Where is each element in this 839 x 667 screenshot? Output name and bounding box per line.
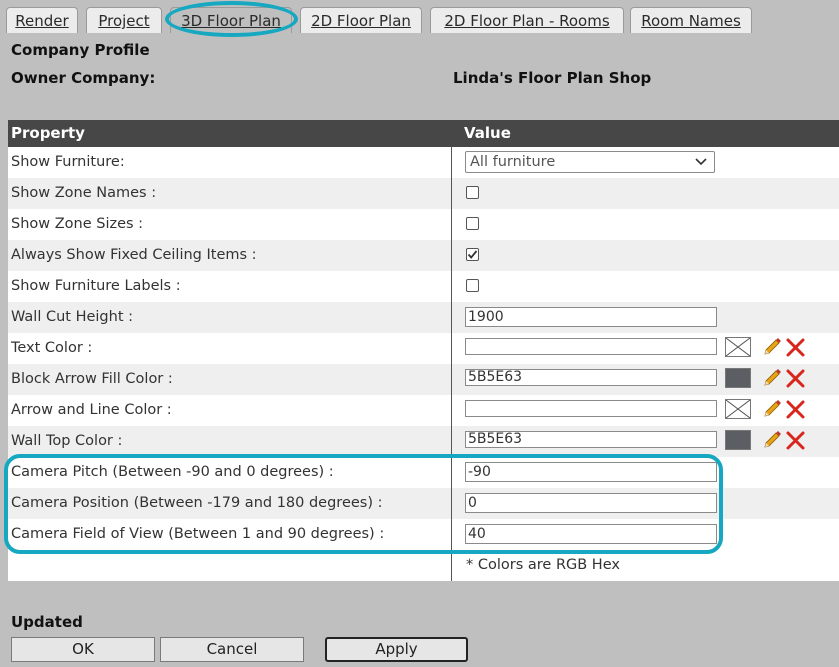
show-zone-sizes-checkbox[interactable] bbox=[466, 217, 479, 230]
checkmark-icon bbox=[467, 250, 478, 259]
prop-label: Block Arrow Fill Color : bbox=[11, 371, 173, 387]
prop-label: Wall Top Color : bbox=[11, 433, 123, 449]
pencil-icon[interactable] bbox=[761, 429, 783, 451]
delete-x-icon[interactable] bbox=[785, 368, 806, 389]
text-color-input[interactable] bbox=[465, 338, 717, 355]
ok-button[interactable]: OK bbox=[11, 637, 155, 662]
pencil-icon[interactable] bbox=[761, 336, 783, 358]
apply-button[interactable]: Apply bbox=[325, 637, 468, 662]
row-footnote: * Colors are RGB Hex bbox=[8, 550, 839, 581]
delete-x-icon[interactable] bbox=[785, 430, 806, 451]
row-block-arrow-fill-color: Block Arrow Fill Color : 5B5E63 bbox=[8, 364, 839, 395]
row-show-furniture: Show Furniture: All furniture bbox=[8, 147, 839, 178]
delete-x-icon[interactable] bbox=[785, 399, 806, 420]
no-color-icon[interactable] bbox=[725, 399, 751, 419]
always-show-ceiling-items-checkbox[interactable] bbox=[466, 248, 479, 261]
wall-top-color-input[interactable]: 5B5E63 bbox=[465, 431, 717, 448]
delete-x-icon[interactable] bbox=[785, 337, 806, 358]
prop-label: Show Furniture: bbox=[11, 154, 125, 170]
tab-project[interactable]: Project bbox=[86, 7, 162, 33]
row-arrow-and-line-color: Arrow and Line Color : bbox=[8, 395, 839, 426]
header-value: Value bbox=[464, 124, 511, 142]
show-zone-names-checkbox[interactable] bbox=[466, 186, 479, 199]
row-show-zone-names: Show Zone Names : bbox=[8, 178, 839, 209]
no-color-icon[interactable] bbox=[725, 337, 751, 357]
arrow-line-color-input[interactable] bbox=[465, 400, 717, 417]
pencil-icon[interactable] bbox=[761, 367, 783, 389]
block-arrow-fill-color-input[interactable]: 5B5E63 bbox=[465, 369, 717, 386]
row-show-furniture-labels: Show Furniture Labels : bbox=[8, 271, 839, 302]
wall-cut-height-input[interactable]: 1900 bbox=[465, 307, 717, 327]
company-profile-title: Company Profile bbox=[11, 41, 150, 59]
prop-label: Show Zone Names : bbox=[11, 185, 157, 201]
owner-company-value: Linda's Floor Plan Shop bbox=[453, 69, 652, 87]
prop-label: Text Color : bbox=[11, 340, 93, 356]
tab-render[interactable]: Render bbox=[6, 7, 78, 33]
select-value: All furniture bbox=[470, 154, 556, 170]
status-updated: Updated bbox=[11, 613, 83, 631]
colors-footnote: * Colors are RGB Hex bbox=[466, 557, 620, 573]
tab-highlight-annotation bbox=[165, 1, 298, 37]
prop-label: Always Show Fixed Ceiling Items : bbox=[11, 247, 257, 263]
prop-label: Wall Cut Height : bbox=[11, 309, 133, 325]
prop-label: Arrow and Line Color : bbox=[11, 402, 172, 418]
prop-label: Show Zone Sizes : bbox=[11, 216, 144, 232]
show-furniture-labels-checkbox[interactable] bbox=[466, 279, 479, 292]
row-text-color: Text Color : bbox=[8, 333, 839, 364]
row-wall-top-color: Wall Top Color : 5B5E63 bbox=[8, 426, 839, 457]
prop-label: Show Furniture Labels : bbox=[11, 278, 181, 294]
pencil-icon[interactable] bbox=[761, 398, 783, 420]
show-furniture-select[interactable]: All furniture bbox=[465, 151, 715, 173]
row-show-zone-sizes: Show Zone Sizes : bbox=[8, 209, 839, 240]
cancel-button[interactable]: Cancel bbox=[160, 637, 304, 662]
row-always-show-fixed-ceiling-items: Always Show Fixed Ceiling Items : bbox=[8, 240, 839, 271]
header-property: Property bbox=[11, 124, 85, 142]
tab-2d-floor-plan[interactable]: 2D Floor Plan bbox=[300, 7, 422, 33]
color-swatch[interactable] bbox=[725, 430, 751, 450]
grid-header: Property Value bbox=[8, 120, 839, 147]
tab-2d-floor-plan-rooms[interactable]: 2D Floor Plan - Rooms bbox=[430, 7, 624, 33]
tab-room-names[interactable]: Room Names bbox=[630, 7, 752, 33]
camera-settings-highlight-annotation bbox=[4, 454, 723, 554]
color-swatch[interactable] bbox=[725, 368, 751, 388]
owner-company-label: Owner Company: bbox=[11, 69, 156, 87]
tab-bar: Render Project 3D Floor Plan 2D Floor Pl… bbox=[0, 0, 839, 37]
chevron-down-icon bbox=[694, 152, 708, 178]
row-wall-cut-height: Wall Cut Height : 1900 bbox=[8, 302, 839, 333]
